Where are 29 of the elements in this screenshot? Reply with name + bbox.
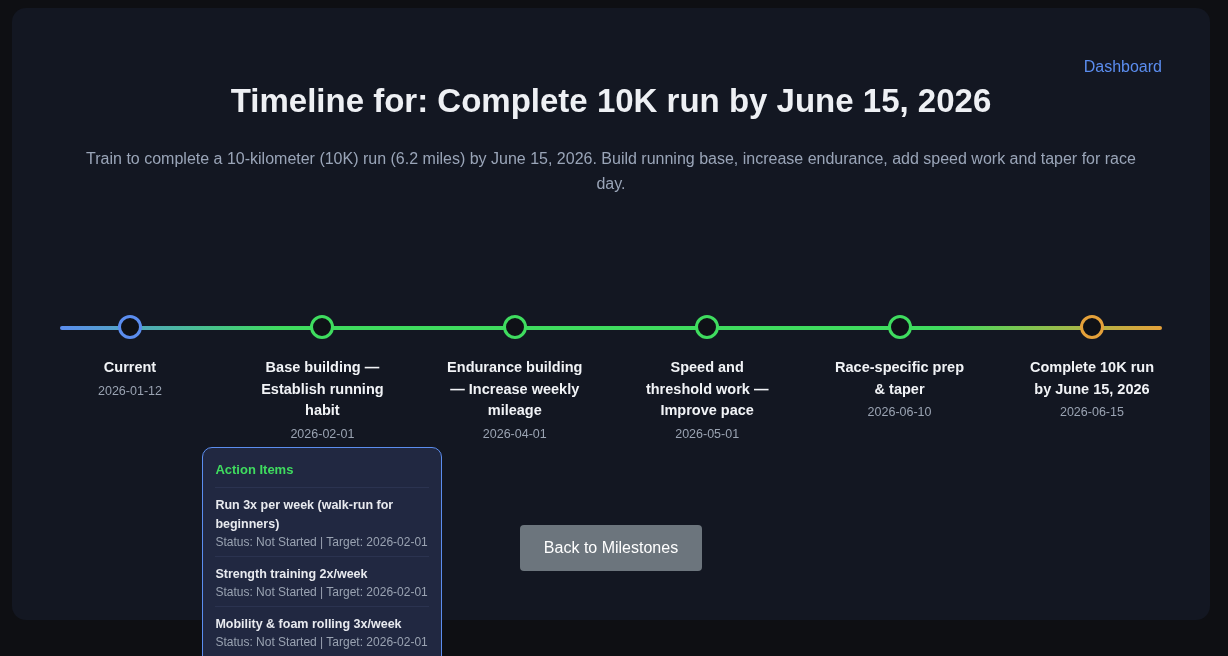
milestone-label: Current (103, 358, 157, 377)
action-item-status: Status: Not Started | Target: 2026-02-01 (215, 584, 429, 600)
action-item-status: Status: Not Started | Target: 2026-02-01 (215, 534, 429, 550)
milestone-node[interactable] (310, 315, 335, 339)
milestone-node[interactable] (695, 315, 720, 339)
milestone-date: 2026-05-01 (675, 426, 740, 441)
dashboard-link[interactable]: Dashboard (1083, 58, 1162, 76)
milestone-node[interactable] (1079, 315, 1104, 339)
milestone-date: 2026-01-12 (98, 383, 162, 398)
milestone-node[interactable] (502, 315, 527, 339)
action-item-name: Strength training 2x/week (215, 566, 369, 583)
back-to-milestones-button[interactable]: Back to Milestones (519, 524, 703, 571)
goal-description: Train to complete a 10-kilometer (10K) run (6.2 miles) by June 15, 2026. Build running base, increase endurance, add speed work and taper for race day. (85, 149, 1137, 194)
popup-title: Action Items (215, 462, 430, 488)
milestone-label: Endurance building — Increase weekly mileage (446, 358, 584, 420)
milestone-label: Base building — Establish running habit (260, 358, 385, 420)
action-item-status: Status: Not Started | Target: 2026-02-01 (215, 634, 429, 650)
milestone-date: 2026-04-01 (482, 426, 547, 441)
page-title: Timeline for: Complete 10K run by June 15, 2026 (229, 82, 993, 120)
action-item-name: Run 3x per week (walk-run for beginners) (215, 497, 395, 533)
milestone-node[interactable] (118, 315, 142, 339)
action-item-name: Mobility & foam rolling 3x/week (215, 616, 403, 633)
milestone-label: Complete 10K run by June 15, 2026 (1028, 358, 1155, 399)
milestone-node[interactable] (887, 315, 912, 339)
milestone-label: Race-specific prep & taper (834, 358, 966, 399)
milestone-date: 2026-02-01 (290, 426, 355, 441)
milestone-date: 2026-06-10 (867, 405, 932, 419)
milestone-label: Speed and threshold work — Improve pace (644, 358, 770, 420)
milestone-date: 2026-06-15 (1059, 405, 1124, 419)
